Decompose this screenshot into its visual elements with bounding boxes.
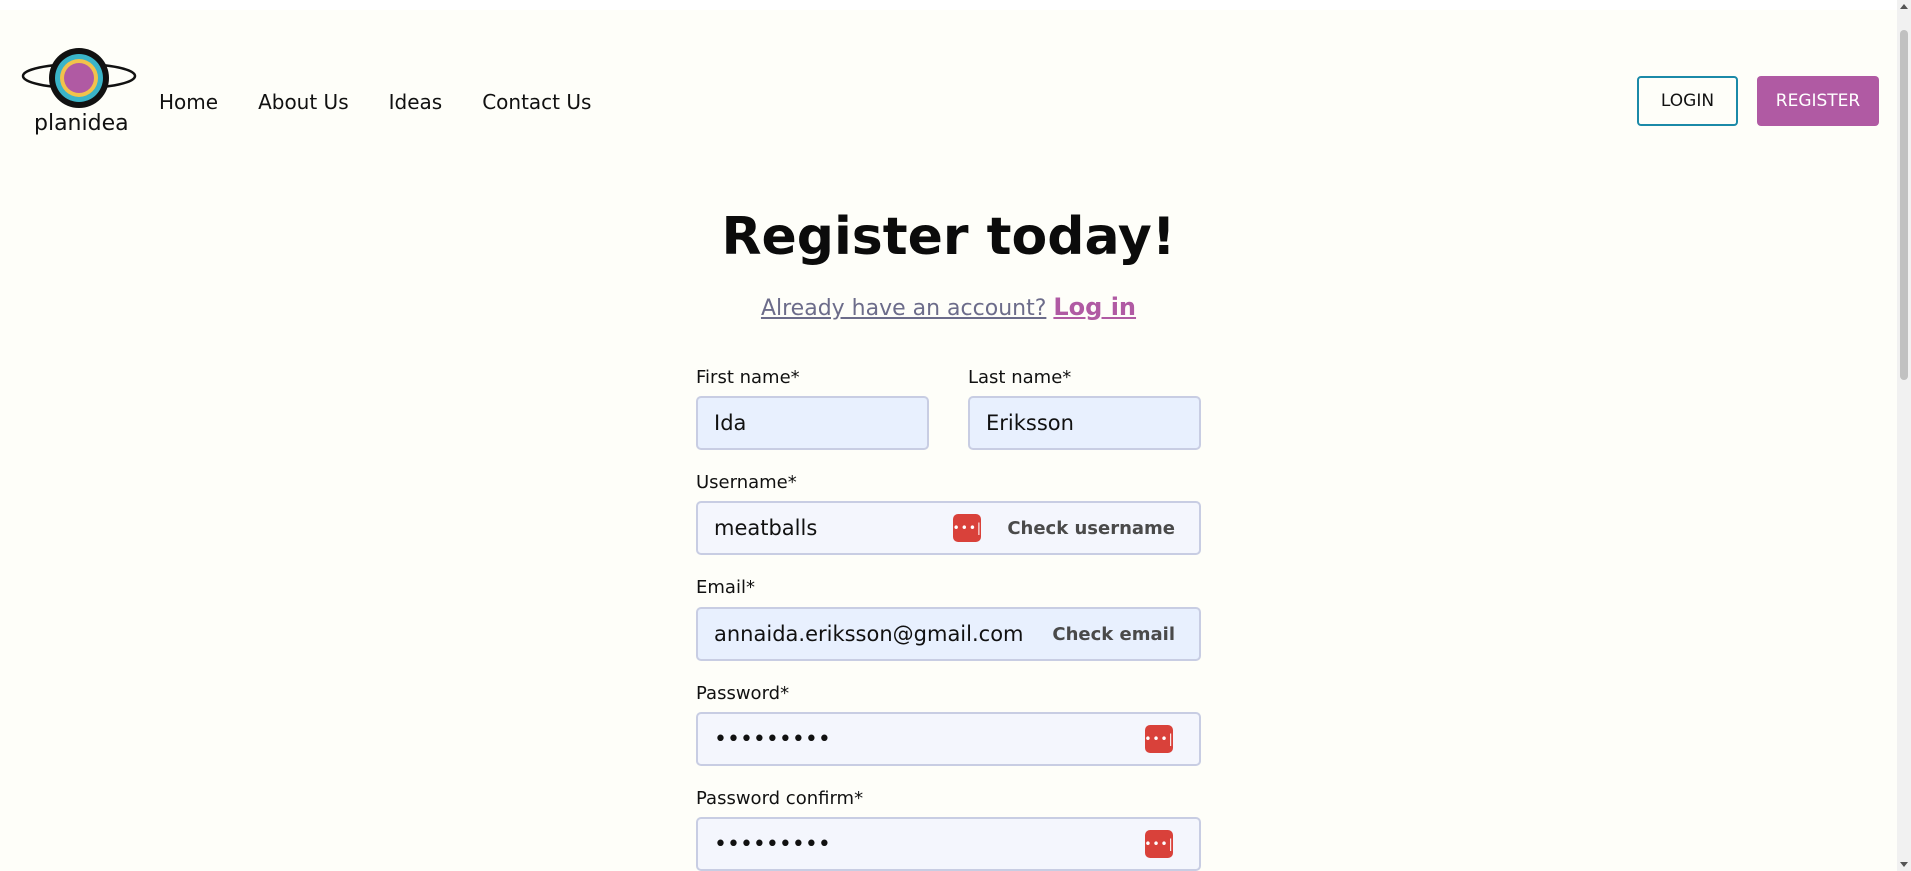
- page-title: Register today!: [721, 207, 1176, 267]
- username-value: meatballs: [714, 516, 818, 540]
- password-manager-icon[interactable]: •••|: [953, 514, 982, 542]
- vertical-scrollbar[interactable]: [1897, 0, 1911, 871]
- first-name-label: First name*: [696, 367, 800, 388]
- username-field[interactable]: meatballs •••| Check username: [696, 501, 1201, 555]
- username-label: Username*: [696, 472, 797, 493]
- logo-text: planidea: [34, 111, 129, 136]
- login-prompt-text: Already have an account?: [760, 296, 1047, 321]
- top-strip: [0, 0, 1897, 10]
- nav-about-us[interactable]: About Us: [258, 90, 349, 114]
- first-name-value: Ida: [714, 411, 747, 435]
- password-value: •••••••••: [714, 726, 831, 752]
- check-username-button[interactable]: Check username: [1007, 518, 1175, 539]
- main-nav: Home About Us Ideas Contact Us: [159, 90, 591, 114]
- scroll-down-arrow-icon[interactable]: [1900, 862, 1908, 867]
- scroll-up-arrow-icon[interactable]: [1900, 4, 1908, 9]
- password-confirm-field[interactable]: ••••••••• •••|: [696, 817, 1201, 871]
- email-field[interactable]: annaida.eriksson@gmail.com Check email: [696, 607, 1201, 661]
- register-button[interactable]: REGISTER: [1757, 76, 1879, 126]
- check-email-button[interactable]: Check email: [1052, 624, 1175, 645]
- first-name-field[interactable]: Ida: [696, 396, 929, 450]
- scrollbar-thumb[interactable]: [1900, 30, 1908, 380]
- email-value: annaida.eriksson@gmail.com: [714, 622, 1024, 646]
- nav-ideas[interactable]: Ideas: [389, 90, 443, 114]
- password-confirm-value: •••••••••: [714, 831, 831, 857]
- password-field[interactable]: ••••••••• •••|: [696, 712, 1201, 766]
- last-name-field[interactable]: Eriksson: [968, 396, 1201, 450]
- email-label: Email*: [696, 577, 755, 598]
- login-link[interactable]: Log in: [1053, 293, 1136, 321]
- nav-contact-us[interactable]: Contact Us: [482, 90, 591, 114]
- password-confirm-label: Password confirm*: [696, 788, 864, 809]
- site-header: planidea Home About Us Ideas Contact Us …: [0, 10, 1897, 160]
- last-name-label: Last name*: [968, 367, 1072, 388]
- password-label: Password*: [696, 683, 790, 704]
- password-manager-icon[interactable]: •••|: [1144, 830, 1173, 858]
- last-name-value: Eriksson: [986, 411, 1074, 435]
- password-manager-icon[interactable]: •••|: [1144, 725, 1173, 753]
- login-button[interactable]: LOGIN: [1637, 76, 1738, 126]
- nav-home[interactable]: Home: [159, 90, 218, 114]
- login-prompt: Already have an account? Log in: [0, 293, 1897, 321]
